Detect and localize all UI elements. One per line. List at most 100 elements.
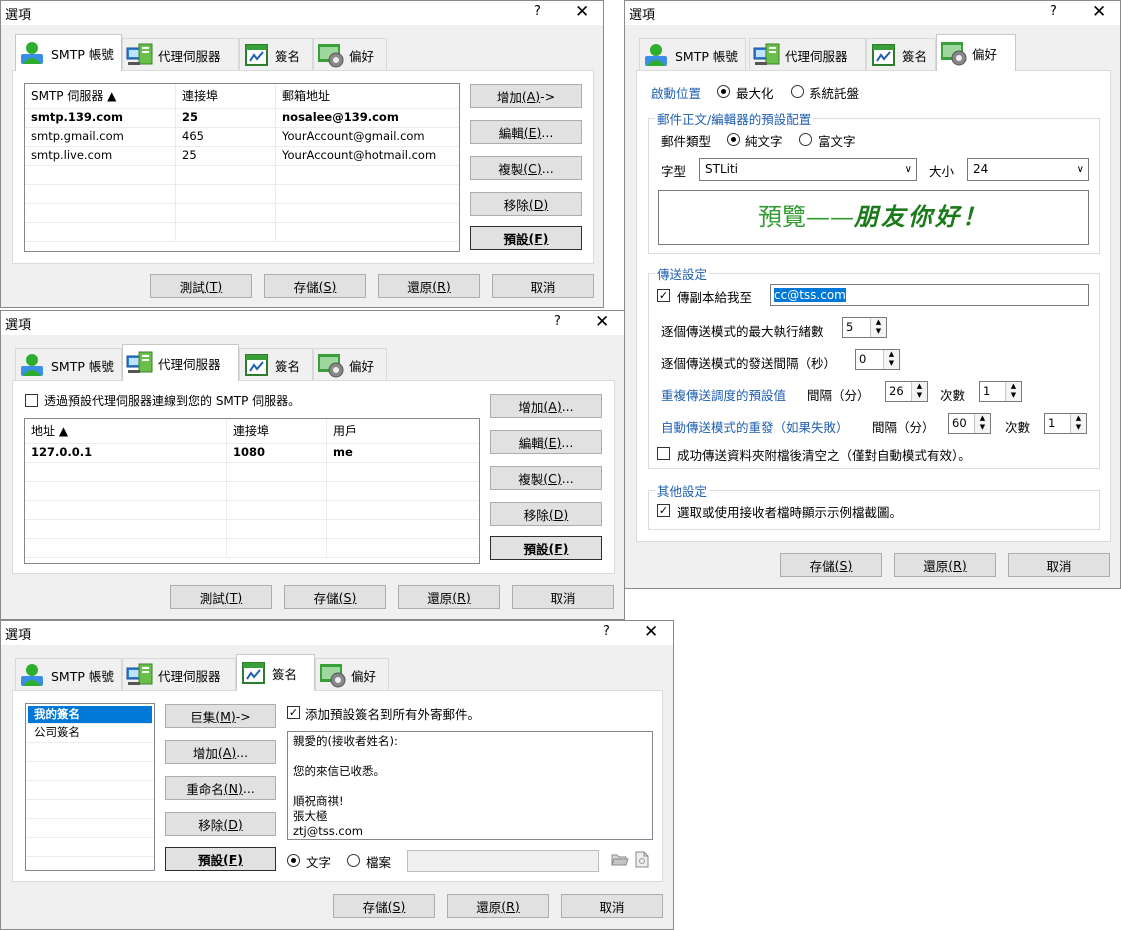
- tab-proxy[interactable]: 代理伺服器: [122, 38, 239, 71]
- close-icon[interactable]: ✕: [644, 622, 658, 642]
- add-default-signature-checkbox[interactable]: ✓: [287, 706, 300, 719]
- close-icon[interactable]: ✕: [595, 312, 609, 332]
- mail-plain-radio[interactable]: [727, 133, 740, 146]
- resend-count-spinner[interactable]: 1 ▲ ▼: [979, 381, 1022, 402]
- clear-folder-checkbox[interactable]: [657, 447, 670, 460]
- remove-button[interactable]: 移除 (D): [470, 192, 582, 216]
- tab-preference[interactable]: 偏好: [936, 34, 1016, 71]
- default-button[interactable]: 預設 (F): [165, 847, 276, 871]
- proxy-server-list[interactable]: 地址 ▲ 連接埠 用戶 127.0.0.1 1080 me: [24, 418, 480, 564]
- auto-count-spinner[interactable]: 1 ▲ ▼: [1044, 413, 1087, 434]
- tab-smtp[interactable]: SMTP 帳號: [15, 34, 122, 71]
- spin-arrows-icon[interactable]: ▲ ▼: [974, 414, 990, 433]
- resend-interval-spinner[interactable]: 26 ▲ ▼: [885, 381, 928, 402]
- copy-button[interactable]: 複製 (C)...: [490, 466, 602, 490]
- tab-smtp[interactable]: SMTP 帳號: [15, 348, 122, 381]
- test-button[interactable]: 測試 (T): [170, 585, 272, 609]
- signature-body-textarea[interactable]: 親愛的(接收者姓名): 您的來信已收悉。 順祝商祺! 張大極 ztj@tss.c…: [287, 731, 653, 840]
- tab-signature[interactable]: 簽名: [239, 348, 313, 381]
- table-row[interactable]: smtp.139.com 25 nosalee@139.com: [25, 108, 459, 128]
- max-threads-spinner[interactable]: 5 ▲ ▼: [842, 317, 887, 338]
- copy-button[interactable]: 複製 (C)...: [470, 156, 582, 180]
- help-button[interactable]: ?: [554, 314, 561, 329]
- list-item[interactable]: 我的簽名: [26, 704, 154, 724]
- remove-button[interactable]: 移除 (D): [165, 812, 276, 836]
- spin-arrows-icon[interactable]: ▲ ▼: [1005, 382, 1021, 401]
- column-header-user[interactable]: 用戶: [327, 419, 479, 443]
- spin-arrows-icon[interactable]: ▲ ▼: [870, 318, 886, 337]
- file-path-input[interactable]: [407, 850, 599, 872]
- tab-signature[interactable]: 簽名: [236, 654, 315, 691]
- save-button[interactable]: 存儲 (S): [333, 894, 435, 918]
- interval-spinner[interactable]: 0 ▲ ▼: [855, 349, 900, 370]
- edit-button[interactable]: 編輯 (E)...: [470, 120, 582, 144]
- column-header-email[interactable]: 郵箱地址: [276, 84, 459, 108]
- tab-signature[interactable]: 簽名: [866, 38, 936, 71]
- add-button[interactable]: 增加 (A)...: [165, 740, 276, 764]
- screenshot-checkbox[interactable]: ✓: [657, 504, 670, 517]
- cancel-button[interactable]: 取消: [512, 585, 614, 609]
- default-button[interactable]: 預設 (F): [470, 226, 582, 250]
- tab-smtp[interactable]: SMTP 帳號: [15, 658, 122, 691]
- remove-button[interactable]: 移除 (D): [490, 502, 602, 526]
- tab-preference[interactable]: 偏好: [315, 658, 389, 691]
- tab-smtp[interactable]: SMTP 帳號: [639, 38, 746, 71]
- title-bar: 選項 ? ✕: [1, 311, 624, 335]
- restore-button[interactable]: 還原 (R): [398, 585, 500, 609]
- restore-button[interactable]: 還原 (R): [447, 894, 549, 918]
- cancel-button[interactable]: 取消: [561, 894, 663, 918]
- cc-checkbox[interactable]: ✓: [657, 289, 670, 302]
- column-header-server[interactable]: SMTP 伺服器 ▲: [25, 84, 176, 108]
- source-text-radio[interactable]: [287, 854, 300, 867]
- add-button[interactable]: 增加 (A) ->: [470, 84, 582, 108]
- column-header-port[interactable]: 連接埠: [227, 419, 327, 443]
- tab-proxy[interactable]: 代理伺服器: [122, 344, 239, 381]
- rename-button[interactable]: 重命名 (N)...: [165, 776, 276, 800]
- spin-arrows-icon[interactable]: ▲ ▼: [911, 382, 927, 401]
- add-button[interactable]: 增加 (A)...: [490, 394, 602, 418]
- table-row[interactable]: 127.0.0.1 1080 me: [25, 443, 479, 463]
- restore-button[interactable]: 還原 (R): [894, 553, 996, 577]
- tab-proxy[interactable]: 代理伺服器: [749, 38, 866, 71]
- tab-proxy[interactable]: 代理伺服器: [122, 658, 236, 691]
- tab-preference[interactable]: 偏好: [313, 38, 387, 71]
- close-icon[interactable]: ✕: [575, 2, 589, 22]
- save-button[interactable]: 存儲 (S): [284, 585, 386, 609]
- empty-row: [26, 818, 154, 838]
- help-button[interactable]: ?: [534, 4, 541, 19]
- macro-button[interactable]: 巨集 (M) ->: [165, 704, 276, 728]
- spin-arrows-icon[interactable]: ▲ ▼: [1070, 414, 1086, 433]
- list-item[interactable]: 公司簽名: [26, 723, 154, 743]
- startup-max-radio[interactable]: [717, 85, 730, 98]
- restore-button[interactable]: 還原 (R): [378, 274, 480, 298]
- save-button[interactable]: 存儲 (S): [264, 274, 366, 298]
- default-button[interactable]: 預設 (F): [490, 536, 602, 560]
- size-select[interactable]: 24 ∨: [967, 158, 1089, 181]
- use-proxy-checkbox[interactable]: [25, 394, 38, 407]
- startup-tray-radio[interactable]: [791, 85, 804, 98]
- table-row[interactable]: smtp.live.com 25 YourAccount@hotmail.com: [25, 146, 459, 166]
- help-button[interactable]: ?: [1050, 4, 1057, 19]
- tab-preference[interactable]: 偏好: [313, 348, 387, 381]
- test-button[interactable]: 測試 (T): [150, 274, 252, 298]
- tab-signature[interactable]: 簽名: [239, 38, 313, 71]
- spin-arrows-icon[interactable]: ▲ ▼: [883, 350, 899, 369]
- cancel-button[interactable]: 取消: [492, 274, 594, 298]
- close-icon[interactable]: ✕: [1092, 2, 1106, 22]
- help-button[interactable]: ?: [603, 624, 610, 639]
- font-select[interactable]: STLiti ∨: [699, 158, 917, 181]
- signature-list[interactable]: 我的簽名 公司簽名: [25, 703, 155, 871]
- cancel-button[interactable]: 取消: [1008, 553, 1110, 577]
- save-button[interactable]: 存儲 (S): [780, 553, 882, 577]
- edit-button[interactable]: 編輯 (E)...: [490, 430, 602, 454]
- column-header-port[interactable]: 連接埠: [176, 84, 276, 108]
- column-header-address[interactable]: 地址 ▲: [25, 419, 227, 443]
- mail-rich-radio[interactable]: [799, 133, 812, 146]
- cc-input[interactable]: cc@tss.com: [770, 284, 1089, 306]
- document-icon[interactable]: [635, 851, 649, 868]
- folder-open-icon[interactable]: [611, 852, 629, 868]
- smtp-server-list[interactable]: SMTP 伺服器 ▲ 連接埠 郵箱地址 smtp.139.com 25 nosa…: [24, 83, 460, 252]
- table-row[interactable]: smtp.gmail.com 465 YourAccount@gmail.com: [25, 127, 459, 147]
- auto-interval-spinner[interactable]: 60 ▲ ▼: [948, 413, 991, 434]
- source-file-radio[interactable]: [347, 854, 360, 867]
